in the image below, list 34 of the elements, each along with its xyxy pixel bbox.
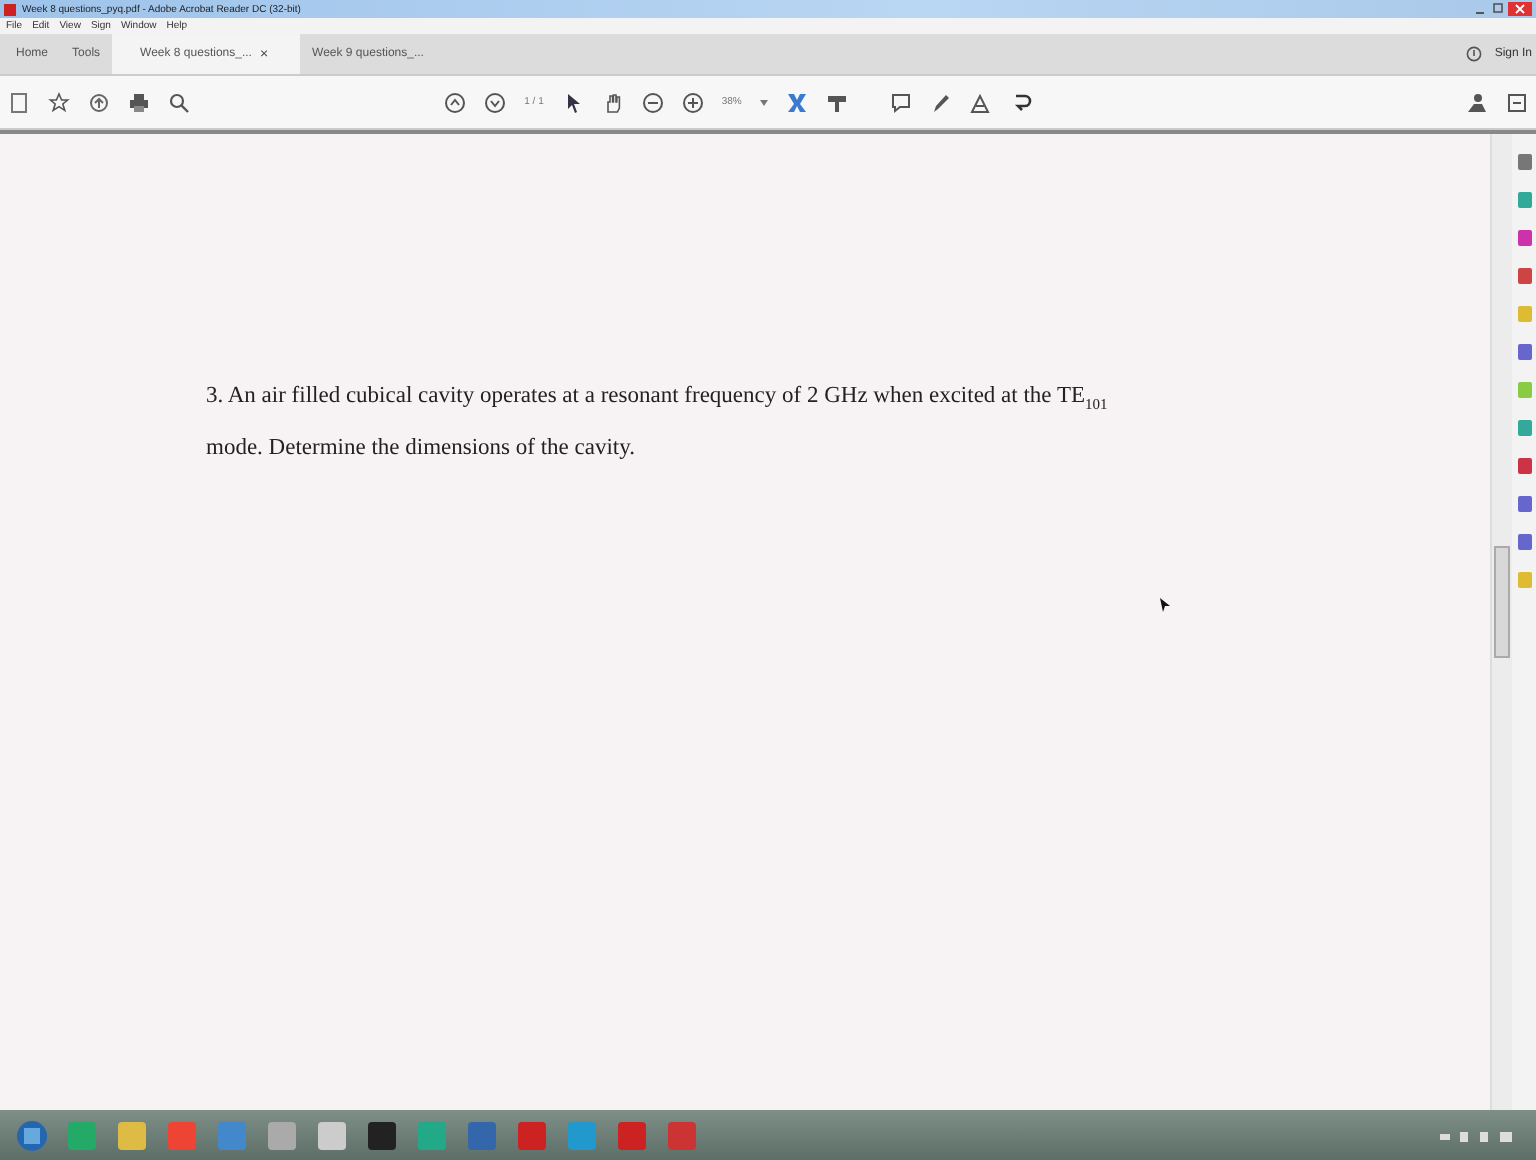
print-icon[interactable] — [128, 91, 150, 113]
start-button-icon[interactable] — [16, 1119, 48, 1151]
app-icon — [4, 3, 16, 15]
zoom-out-icon[interactable] — [641, 91, 664, 113]
tool-icon[interactable] — [1517, 496, 1531, 512]
tool-icon[interactable] — [1517, 268, 1531, 284]
zoom-in-icon[interactable] — [681, 91, 704, 113]
help-icon[interactable] — [1466, 46, 1483, 62]
cursor-icon — [1160, 598, 1170, 612]
comment-icon[interactable] — [889, 91, 912, 113]
stamp-icon[interactable] — [825, 91, 848, 113]
upload-icon[interactable] — [88, 91, 110, 113]
tool-icon[interactable] — [1517, 344, 1531, 360]
question-text: 3. An air filled cubical cavity operates at a resonant frequency of 2 GHz when excited at the TE$_{101}$ mode. Determine the dimensions of the cavity. — [206, 382, 1110, 465]
pen-icon[interactable] — [929, 91, 952, 113]
taskbar-app-icon[interactable] — [116, 1119, 148, 1151]
taskbar-app-icon[interactable] — [316, 1119, 348, 1151]
panel-icon[interactable] — [1506, 91, 1528, 113]
taskbar-app-icon[interactable] — [366, 1119, 398, 1151]
maximize-icon[interactable] — [1490, 2, 1506, 16]
star-icon[interactable] — [48, 91, 70, 113]
scrollbar-thumb[interactable] — [1494, 546, 1510, 658]
page-icon[interactable] — [8, 91, 30, 113]
search-icon[interactable] — [168, 91, 190, 113]
tool-icon[interactable] — [1517, 420, 1531, 436]
tool-icon[interactable] — [1517, 458, 1531, 474]
caret-icon[interactable] — [759, 99, 768, 105]
tool-icon[interactable] — [1517, 192, 1531, 208]
sign-icon[interactable] — [969, 91, 992, 113]
tool-icon[interactable] — [1517, 534, 1531, 550]
close-icon[interactable] — [1508, 2, 1532, 16]
tool-icon[interactable] — [1517, 230, 1531, 246]
tool-icon[interactable] — [1517, 154, 1531, 170]
hand-icon[interactable] — [601, 91, 624, 113]
